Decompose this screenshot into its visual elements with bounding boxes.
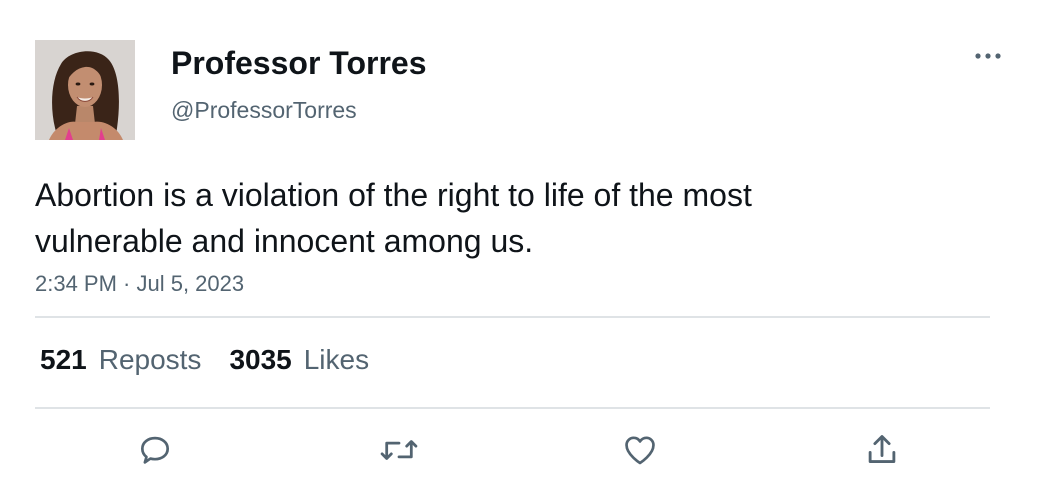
likes-label: Likes [303, 344, 370, 375]
likes-stat[interactable]: 3035 Likes [229, 343, 369, 377]
display-name[interactable]: Professor Torres [171, 44, 427, 82]
share-icon [868, 435, 896, 463]
reposts-label: Reposts [98, 344, 202, 375]
tweet-timestamp[interactable]: 2:34 PM · Jul 5, 2023 [35, 270, 244, 298]
repost-button[interactable] [377, 428, 421, 472]
divider [35, 316, 990, 318]
tweet-text: Abortion is a violation of the right to … [35, 177, 752, 259]
like-button[interactable] [618, 428, 662, 472]
share-button[interactable] [860, 428, 904, 472]
heart-icon [625, 436, 655, 465]
user-handle[interactable]: @ProfessorTorres [171, 96, 357, 124]
avatar-image [35, 40, 135, 140]
reply-button[interactable] [133, 428, 177, 472]
more-horizontal-icon [975, 53, 1001, 59]
reposts-stat[interactable]: 521 Reposts [40, 343, 201, 377]
engagement-stats: 521 Reposts 3035 Likes [40, 343, 397, 377]
tweet-card: Professor Torres @ProfessorTorres Aborti… [0, 0, 1050, 480]
reposts-count: 521 [40, 344, 87, 375]
avatar[interactable] [35, 40, 135, 140]
divider [35, 407, 990, 409]
repost-icon [380, 440, 418, 460]
more-options-button[interactable] [968, 44, 1008, 68]
likes-count: 3035 [229, 344, 292, 375]
reply-icon [140, 436, 170, 464]
